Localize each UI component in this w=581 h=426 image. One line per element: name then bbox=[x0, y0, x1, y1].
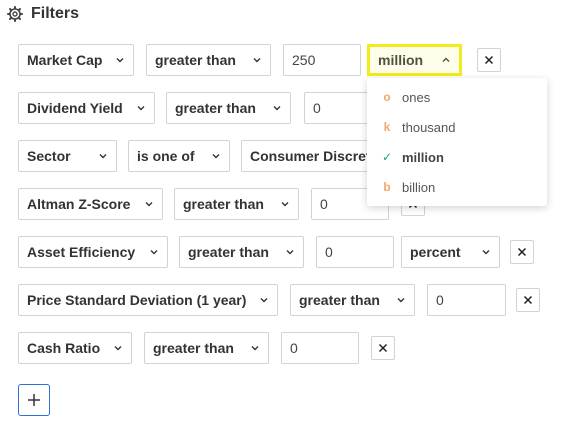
check-icon: ✓ bbox=[381, 150, 393, 164]
chevron-down-icon bbox=[253, 58, 261, 63]
operator-select-sector[interactable]: is one of bbox=[128, 140, 230, 172]
unit-option-billion[interactable]: b billion bbox=[367, 172, 547, 202]
close-icon bbox=[517, 247, 527, 257]
value-input-cash-ratio[interactable]: 0 bbox=[281, 332, 359, 364]
unit-option-million[interactable]: ✓ million bbox=[367, 142, 547, 172]
chevron-down-icon bbox=[137, 106, 145, 111]
chevron-down-icon bbox=[397, 298, 405, 303]
operator-select-dividend-yield[interactable]: greater than bbox=[166, 92, 291, 124]
operator-select-altman-z-score[interactable]: greater than bbox=[174, 188, 299, 220]
operator-select-asset-efficiency[interactable]: greater than bbox=[179, 236, 304, 268]
remove-button-asset-efficiency[interactable] bbox=[510, 240, 534, 264]
option-label: ones bbox=[402, 89, 431, 105]
chevron-down-icon bbox=[260, 298, 268, 303]
field-select-dividend-yield[interactable]: Dividend Yield bbox=[18, 92, 155, 124]
unit-option-thousand[interactable]: k thousand bbox=[367, 112, 547, 142]
field-select-price-std-dev[interactable]: Price Standard Deviation (1 year) bbox=[18, 284, 278, 316]
chevron-down-icon bbox=[482, 250, 490, 255]
operator-select-cash-ratio[interactable]: greater than bbox=[144, 332, 269, 364]
chevron-down-icon bbox=[273, 106, 281, 111]
remove-button-price-std-dev[interactable] bbox=[516, 288, 540, 312]
chevron-down-icon bbox=[114, 346, 122, 351]
chevron-down-icon bbox=[286, 250, 294, 255]
chevron-down-icon bbox=[116, 58, 124, 63]
close-icon bbox=[378, 343, 388, 353]
gear-icon bbox=[7, 6, 23, 22]
field-select-cash-ratio[interactable]: Cash Ratio bbox=[18, 332, 132, 364]
close-icon bbox=[523, 295, 533, 305]
option-marker: k bbox=[383, 120, 391, 134]
close-icon bbox=[484, 55, 494, 65]
field-select-market-cap[interactable]: Market Cap bbox=[18, 44, 134, 76]
option-marker: b bbox=[383, 180, 391, 194]
unit-option-ones[interactable]: o ones bbox=[367, 82, 547, 112]
value-input-asset-efficiency[interactable]: 0 bbox=[316, 236, 394, 268]
page-title: Filters bbox=[31, 5, 80, 22]
remove-button-cash-ratio[interactable] bbox=[371, 336, 395, 360]
option-label: billion bbox=[402, 179, 436, 195]
remove-button-market-cap[interactable] bbox=[477, 48, 501, 72]
unit-dropdown-menu: o ones k thousand ✓ million b billion bbox=[367, 78, 547, 206]
option-label: thousand bbox=[402, 119, 456, 135]
field-select-altman-z-score[interactable]: Altman Z-Score bbox=[18, 188, 163, 220]
chevron-up-icon bbox=[442, 57, 450, 62]
add-filter-button[interactable] bbox=[18, 384, 50, 416]
chevron-down-icon bbox=[145, 202, 153, 207]
unit-select-market-cap[interactable]: million bbox=[370, 47, 459, 73]
value-input-price-std-dev[interactable]: 0 bbox=[427, 284, 506, 316]
filters-header: Filters bbox=[7, 2, 79, 26]
chevron-down-icon bbox=[281, 202, 289, 207]
unit-select-asset-efficiency[interactable]: percent bbox=[401, 236, 500, 268]
chevron-down-icon bbox=[99, 154, 107, 159]
option-marker: o bbox=[383, 90, 391, 104]
field-select-sector[interactable]: Sector bbox=[18, 140, 117, 172]
plus-icon bbox=[28, 394, 40, 406]
option-label: million bbox=[402, 149, 444, 165]
operator-select-price-std-dev[interactable]: greater than bbox=[290, 284, 415, 316]
value-input-market-cap[interactable]: 250 bbox=[283, 44, 361, 76]
chevron-down-icon bbox=[251, 346, 259, 351]
operator-select-market-cap[interactable]: greater than bbox=[146, 44, 271, 76]
field-select-asset-efficiency[interactable]: Asset Efficiency bbox=[18, 236, 168, 268]
chevron-down-icon bbox=[150, 250, 158, 255]
chevron-down-icon bbox=[212, 154, 220, 159]
